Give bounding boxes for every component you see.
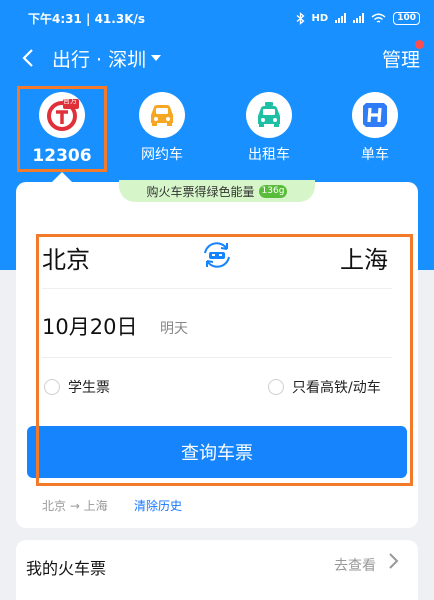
tab-ride-hailing-label: 网约车 — [141, 147, 183, 163]
energy-badge: 136g — [258, 184, 288, 198]
tab-taxi-label: 出租车 — [248, 147, 290, 163]
manage-button[interactable]: 管理 — [381, 40, 424, 72]
network-label: HD — [311, 12, 329, 24]
manage-label: 管理 — [381, 48, 420, 71]
bluetooth-icon — [296, 11, 305, 25]
signal-icon — [335, 13, 347, 23]
tab-taxi[interactable]: 出租车 — [229, 92, 309, 172]
annotation-highlight-form — [36, 234, 413, 486]
back-arrow-icon — [22, 49, 33, 67]
my-tickets-title: 我的火车票 — [26, 559, 107, 578]
taxi-icon — [258, 102, 280, 127]
tab-ride-hailing[interactable]: 网约车 — [122, 92, 202, 172]
bike-icon — [363, 103, 387, 127]
city-selector[interactable]: 出行 · 深圳 — [52, 44, 162, 72]
battery-indicator: 100 — [393, 11, 420, 25]
notification-dot — [415, 40, 424, 49]
signal-icon-2 — [353, 13, 365, 23]
tab-bike-label: 单车 — [361, 147, 389, 163]
promo-banner[interactable]: 购火车票得绿色能量 136g — [119, 180, 315, 202]
promo-text: 购火车票得绿色能量 — [146, 184, 255, 199]
nav-bar: 出行 · 深圳 管理 — [0, 40, 434, 76]
caret-down-icon — [151, 55, 162, 61]
clear-history-link[interactable]: 清除历史 — [134, 497, 182, 514]
car-icon — [151, 105, 173, 126]
tab-bike[interactable]: 单车 — [335, 92, 415, 172]
view-tickets-link[interactable]: 去查看 — [334, 555, 376, 575]
back-button[interactable] — [14, 44, 42, 72]
active-tab-pointer — [52, 172, 72, 182]
history-route[interactable]: 北京 → 上海 — [42, 497, 108, 514]
status-time-speed: 下午4:31 | 41.3K/s — [28, 11, 146, 26]
page-title: 出行 · 深圳 — [52, 48, 147, 71]
wifi-icon — [371, 13, 386, 23]
chevron-right-icon — [389, 553, 399, 569]
annotation-highlight-12306 — [17, 86, 107, 172]
status-bar: 下午4:31 | 41.3K/s HD 100 — [0, 0, 434, 36]
